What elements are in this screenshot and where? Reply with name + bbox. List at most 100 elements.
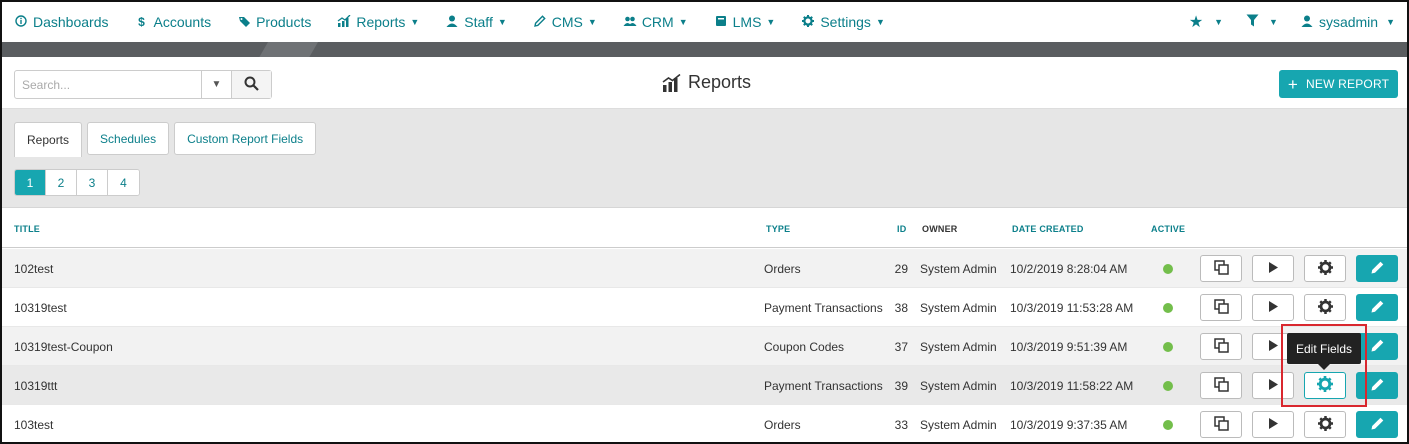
run-button[interactable] [1252,255,1294,282]
tab-custom-report-fields[interactable]: Custom Report Fields [174,122,317,155]
caret-down-icon: ▼ [678,17,688,27]
nav-right: ★ ▼ ▼ sysadmin ▼ [1166,2,1395,42]
book-icon [714,15,728,30]
edit-report-button[interactable] [1356,333,1398,360]
caret-down-icon: ▼ [766,17,776,27]
active-status-dot [1163,264,1173,274]
active-status-dot [1163,342,1173,352]
tab-schedules[interactable]: Schedules [87,122,170,155]
edit-fields-button[interactable] [1304,372,1346,399]
nav-accounts[interactable]: $ Accounts [135,14,212,30]
users-icon [623,15,637,30]
filter-icon [1245,14,1259,30]
nav-dashboards[interactable]: Dashboards [14,14,109,30]
copy-button[interactable] [1200,372,1242,399]
search-box: ▼ [14,70,272,99]
col-type-header[interactable]: TYPE [766,224,790,234]
row-owner: System Admin [920,262,997,276]
copy-icon [1213,298,1229,317]
page-4-button[interactable]: 4 [108,170,139,195]
favorites-menu[interactable]: ★ ▼ [1188,12,1223,32]
nav-products[interactable]: Products [237,14,311,30]
nav-label: Accounts [153,14,212,30]
copy-icon [1213,376,1229,395]
tooltip-arrow [1318,364,1330,370]
bar-chart-icon [337,14,351,30]
copy-icon [1213,259,1229,278]
copy-button[interactable] [1200,255,1242,282]
table-row: 102test Orders 29 System Admin 10/2/2019… [2,249,1407,288]
run-button[interactable] [1252,372,1294,399]
nav-staff[interactable]: Staff ▼ [445,14,507,30]
play-icon [1267,300,1279,316]
search-button[interactable] [231,71,271,98]
run-button[interactable] [1252,294,1294,321]
col-active-header[interactable]: ACTIVE [1151,224,1185,234]
tab-bar: Reports Schedules Custom Report Fields [14,122,321,157]
search-input[interactable] [15,71,201,98]
new-report-button[interactable]: + NEW REPORT [1279,70,1398,98]
edit-fields-button[interactable] [1304,294,1346,321]
caret-down-icon: ▼ [1386,17,1395,27]
edit-report-button[interactable] [1356,372,1398,399]
row-owner: System Admin [920,301,997,315]
gear-icon [801,14,815,30]
page-title-text: Reports [688,72,752,92]
copy-button[interactable] [1200,411,1242,438]
edit-fields-button[interactable] [1304,411,1346,438]
nav-cms[interactable]: CMS ▼ [533,14,597,30]
row-id: 38 [894,301,908,315]
pencil-icon [1370,338,1385,356]
user-icon [1300,15,1314,30]
copy-icon [1213,415,1229,434]
user-icon [445,15,459,30]
gear-icon [1317,376,1333,395]
copy-button[interactable] [1200,333,1242,360]
copy-icon [1213,337,1229,356]
tab-reports[interactable]: Reports [14,122,83,157]
page-1-button[interactable]: 1 [15,170,46,195]
search-filter-dropdown[interactable]: ▼ [201,71,231,98]
play-icon [1267,261,1279,277]
edit-fields-button[interactable] [1304,255,1346,282]
page-3-button[interactable]: 3 [77,170,108,195]
edit-fields-tooltip: Edit Fields [1287,333,1361,370]
col-date-header[interactable]: DATE CREATED [1012,224,1084,234]
user-menu[interactable]: sysadmin ▼ [1300,14,1395,30]
caret-down-icon: ▼ [587,17,597,27]
row-id: 37 [894,340,908,354]
row-id: 33 [894,418,908,432]
plus-icon: + [1287,74,1298,94]
nav-lms[interactable]: LMS ▼ [714,14,776,30]
edit-report-button[interactable] [1356,255,1398,282]
row-title: 10319test [14,301,67,315]
nav-reports[interactable]: Reports ▼ [337,14,419,30]
gear-icon [1317,259,1333,278]
header-band [2,42,1407,57]
dollar-icon: $ [138,15,145,29]
nav-label: LMS [732,14,762,30]
col-id-header[interactable]: ID [897,224,906,234]
bar-chart-icon [662,73,682,92]
row-date: 10/3/2019 11:53:28 AM [1010,301,1134,315]
page-2-button[interactable]: 2 [46,170,77,195]
edit-report-button[interactable] [1356,294,1398,321]
pencil-icon [533,14,547,30]
nav-label: Dashboards [33,14,109,30]
copy-button[interactable] [1200,294,1242,321]
nav-crm[interactable]: CRM ▼ [623,14,688,30]
band-stripe [255,42,323,57]
caret-down-icon: ▼ [497,17,507,27]
nav-settings[interactable]: Settings ▼ [801,14,885,30]
edit-report-button[interactable] [1356,411,1398,438]
pencil-icon [1370,377,1385,395]
info-circle-icon [14,14,28,30]
filter-menu[interactable]: ▼ [1245,14,1278,30]
nav-label: CMS [551,14,583,30]
caret-down-icon: ▼ [410,17,420,27]
row-title: 10319ttt [14,379,58,393]
caret-down-icon: ▼ [1269,17,1278,27]
run-button[interactable] [1252,411,1294,438]
col-title-header[interactable]: TITLE [14,224,40,234]
row-title: 102test [14,262,54,276]
